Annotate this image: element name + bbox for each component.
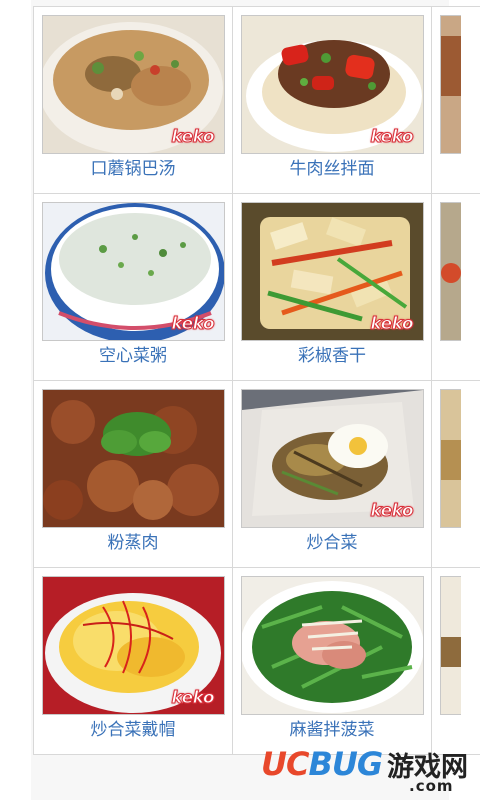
recipe-title[interactable]: 牛肉丝拌面 [233, 157, 431, 181]
recipe-photo[interactable]: keko [241, 389, 424, 528]
recipe-photo[interactable] [241, 576, 424, 715]
grid-row: keko 炒合菜戴帽 麻酱拌菠菜 [34, 568, 480, 755]
recipe-title[interactable]: 粉蒸肉 [34, 531, 232, 555]
recipe-photo[interactable] [42, 389, 225, 528]
keko-logo: keko [370, 501, 414, 522]
recipe-card-partial[interactable] [432, 194, 479, 380]
ucbug-logo-text: UCBUG [261, 745, 383, 783]
keko-logo: keko [370, 314, 414, 335]
ucbug-watermark: UCBUG 游戏网 .com [261, 739, 480, 800]
recipe-photo[interactable] [440, 389, 461, 528]
keko-logo: keko [171, 314, 215, 335]
recipe-card-fen-zheng-rou[interactable]: 粉蒸肉 [34, 381, 233, 567]
recipe-photo[interactable] [440, 202, 461, 341]
recipe-card-cai-jiao-xiang-gan[interactable]: keko 彩椒香干 [233, 194, 432, 380]
recipe-title[interactable]: 彩椒香干 [233, 344, 431, 368]
recipe-title[interactable]: 炒合菜 [233, 531, 431, 555]
recipe-title[interactable]: 炒合菜戴帽 [34, 718, 232, 742]
recipe-card-ma-jiang-ban-bo-cai[interactable]: 麻酱拌菠菜 [233, 568, 432, 754]
recipe-photo[interactable]: keko [241, 202, 424, 341]
keko-logo: keko [370, 127, 414, 148]
recipe-photo[interactable]: keko [42, 202, 225, 341]
recipe-card-partial[interactable] [432, 568, 479, 754]
grid-row: keko 空心菜粥 keko 彩椒香干 [34, 194, 480, 381]
recipe-title[interactable]: 口蘑锅巴汤 [34, 157, 232, 181]
recipe-title[interactable]: 空心菜粥 [34, 344, 232, 368]
recipe-photo[interactable] [440, 576, 461, 715]
grid-row: keko 口蘑锅巴汤 keko 牛肉丝拌面 [34, 7, 480, 194]
recipe-grid: keko 口蘑锅巴汤 keko 牛肉丝拌面 keko 空心菜粥 keko 彩椒香… [33, 6, 480, 755]
keko-logo: keko [171, 688, 215, 709]
recipe-card-chao-he-cai-dai-mao[interactable]: keko 炒合菜戴帽 [34, 568, 233, 754]
recipe-card-partial[interactable] [432, 7, 479, 193]
recipe-photo[interactable]: keko [42, 15, 225, 154]
recipe-photo[interactable]: keko [42, 576, 225, 715]
recipe-card-chao-he-cai[interactable]: keko 炒合菜 [233, 381, 432, 567]
recipe-card-kong-xin-cai-zhou[interactable]: keko 空心菜粥 [34, 194, 233, 380]
recipe-photo[interactable] [440, 15, 461, 154]
grid-row: 粉蒸肉 keko 炒合菜 [34, 381, 480, 568]
keko-logo: keko [171, 127, 215, 148]
ucbug-logo-domain: .com [409, 777, 454, 795]
recipe-card-kou-mo-guo-ba-tang[interactable]: keko 口蘑锅巴汤 [34, 7, 233, 193]
recipe-card-niu-rou-si-ban-mian[interactable]: keko 牛肉丝拌面 [233, 7, 432, 193]
recipe-photo[interactable]: keko [241, 15, 424, 154]
recipe-card-partial[interactable] [432, 381, 479, 567]
